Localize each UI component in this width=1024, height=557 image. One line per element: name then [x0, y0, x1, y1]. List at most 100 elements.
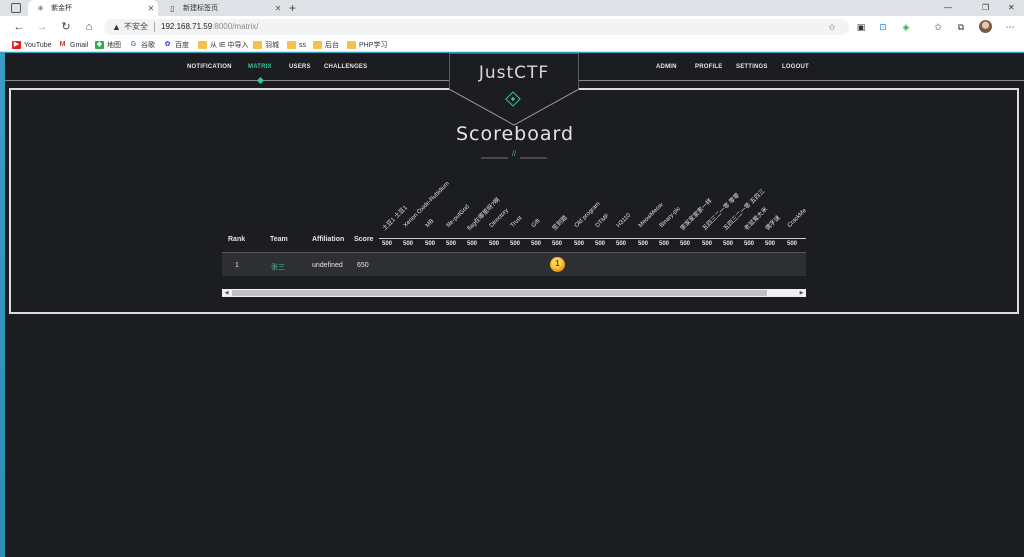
extension-icon[interactable]: ▣ — [854, 20, 868, 34]
url-host: 192.168.71.59 — [161, 22, 213, 31]
bookmark-ss[interactable]: ss — [287, 39, 306, 51]
bookmark-ie-import[interactable]: 从 IE 中导入 — [198, 39, 249, 51]
window-close-icon[interactable]: ✕ — [1008, 2, 1015, 14]
folder-icon — [198, 41, 207, 49]
nav-settings[interactable]: SETTINGS — [736, 64, 768, 70]
challenge-points: 500 — [552, 241, 563, 247]
google-icon: G — [129, 41, 138, 49]
header-divider — [379, 238, 806, 239]
youtube-icon: ▶ — [12, 41, 21, 49]
tab-active[interactable]: ✳ 紫金杯 ✕ — [28, 0, 158, 16]
cell-affiliation: undefined — [312, 262, 343, 269]
folder-icon — [287, 41, 296, 49]
scan-icon[interactable]: ⊡ — [876, 20, 890, 34]
challenge-points: 500 — [446, 241, 457, 247]
restore-icon[interactable]: ❐ — [982, 2, 989, 14]
header-team[interactable]: Team — [270, 236, 288, 243]
folder-icon — [253, 41, 262, 49]
header-score[interactable]: Score — [354, 236, 373, 243]
more-icon[interactable]: ⋯ — [1003, 20, 1017, 34]
bookmark-baidu[interactable]: ✿ 百度 — [163, 39, 189, 51]
first-blood-medal-icon: 1 — [550, 257, 565, 272]
bookmark-label: PHP学习 — [359, 42, 388, 49]
nav-profile[interactable]: PROFILE — [695, 64, 722, 70]
divider — [154, 22, 155, 32]
new-tab-icon[interactable]: + — [289, 1, 296, 15]
scroll-right-icon[interactable]: ▶ — [797, 289, 806, 297]
page-title: Scoreboard — [455, 123, 575, 145]
nav-users[interactable]: USERS — [289, 64, 311, 70]
page-icon: ▯ — [170, 3, 175, 13]
challenge-points: 500 — [595, 241, 606, 247]
challenge-points: 500 — [510, 241, 521, 247]
url-text: 192.168.71.59:8000/matrix/ — [161, 19, 258, 35]
bookmark-youtube[interactable]: ▶ YouTube — [12, 39, 52, 51]
tab-inactive[interactable]: ▯ 新建标签页 ✕ — [160, 0, 285, 16]
challenge-points: 500 — [744, 241, 755, 247]
bookmark-label: 从 IE 中导入 — [210, 42, 249, 49]
favorites-icon[interactable]: ✩ — [931, 20, 945, 34]
challenge-points: 500 — [467, 241, 478, 247]
nav-logout[interactable]: LOGOUT — [782, 64, 809, 70]
favorite-star-icon[interactable]: ☆ — [828, 19, 836, 35]
nav-matrix[interactable]: MATRIX — [248, 64, 272, 70]
challenge-points: 500 — [425, 241, 436, 247]
cell-team[interactable]: 张三 — [271, 262, 285, 272]
forward-icon[interactable]: → — [34, 19, 50, 35]
bookmark-backend[interactable]: 后台 — [313, 39, 339, 51]
collections-icon[interactable]: ⧉ — [954, 20, 968, 34]
challenge-points: 500 — [723, 241, 734, 247]
workspaces-icon[interactable] — [11, 3, 21, 13]
challenge-points: 500 — [638, 241, 649, 247]
bookmark-label: 后台 — [325, 42, 339, 49]
active-indicator — [256, 76, 265, 85]
challenge-points: 500 — [765, 241, 776, 247]
folder-icon — [347, 41, 356, 49]
bookmark-label: 百度 — [175, 42, 189, 49]
bookmark-label: 羽城 — [265, 42, 279, 49]
challenge-points: 500 — [616, 241, 627, 247]
shield-icon[interactable]: ◈ — [899, 20, 913, 34]
nav-admin[interactable]: ADMIN — [656, 64, 677, 70]
challenge-points: 500 — [574, 241, 585, 247]
challenge-points: 500 — [489, 241, 500, 247]
home-icon[interactable]: ⌂ — [81, 19, 97, 35]
divider — [5, 80, 449, 81]
table-row[interactable]: 1 张三 undefined 650 1 — [222, 252, 806, 276]
maps-icon: ◆ — [95, 41, 104, 49]
bookmark-gmail[interactable]: M Gmail — [58, 39, 88, 51]
header-affiliation[interactable]: Affiliation — [312, 236, 344, 243]
bookmark-label: Gmail — [70, 41, 89, 49]
horizontal-scrollbar[interactable]: ◀ ▶ — [222, 289, 806, 297]
bookmark-yucheng[interactable]: 羽城 — [253, 39, 279, 51]
tab-title: 紫金杯 — [51, 5, 72, 12]
header-rank[interactable]: Rank — [228, 236, 245, 243]
insecure-label: 不安全 — [124, 22, 148, 31]
bookmarks-bar: ▶ YouTube M Gmail ◆ 地图 G 谷歌 ✿ 百度 从 IE 中导入 羽城 … — [0, 38, 1024, 52]
bookmark-label: ss — [299, 41, 306, 49]
folder-icon — [313, 41, 322, 49]
nav-notification[interactable]: NOTIFICATION — [187, 64, 232, 70]
close-icon[interactable]: ✕ — [144, 4, 158, 13]
minimize-icon[interactable]: — — [944, 2, 952, 14]
cell-rank: 1 — [235, 262, 239, 269]
challenge-points: 500 — [680, 241, 691, 247]
close-icon[interactable]: ✕ — [271, 4, 285, 13]
avatar[interactable] — [979, 20, 992, 33]
scroll-left-icon[interactable]: ◀ — [222, 289, 231, 297]
bookmark-maps[interactable]: ◆ 地图 — [95, 39, 121, 51]
reload-icon[interactable]: ↻ — [58, 19, 74, 35]
nav-challenges[interactable]: CHALLENGES — [324, 64, 367, 70]
address-bar[interactable]: ▲ 不安全 192.168.71.59:8000/matrix/ ☆ — [104, 19, 849, 35]
bookmark-label: 地图 — [107, 42, 121, 49]
bookmark-google[interactable]: G 谷歌 — [129, 39, 155, 51]
bookmark-php[interactable]: PHP学习 — [347, 39, 387, 51]
title-deco-text: // — [512, 151, 516, 158]
scroll-thumb[interactable] — [232, 290, 767, 296]
cell-score: 650 — [357, 262, 369, 269]
logo-text[interactable]: JustCTF — [449, 63, 579, 83]
back-icon[interactable]: ← — [11, 19, 27, 35]
ctf-favicon-icon: ✳ — [37, 3, 44, 13]
divider — [578, 80, 1024, 81]
url-path: :8000/matrix/ — [212, 22, 259, 31]
